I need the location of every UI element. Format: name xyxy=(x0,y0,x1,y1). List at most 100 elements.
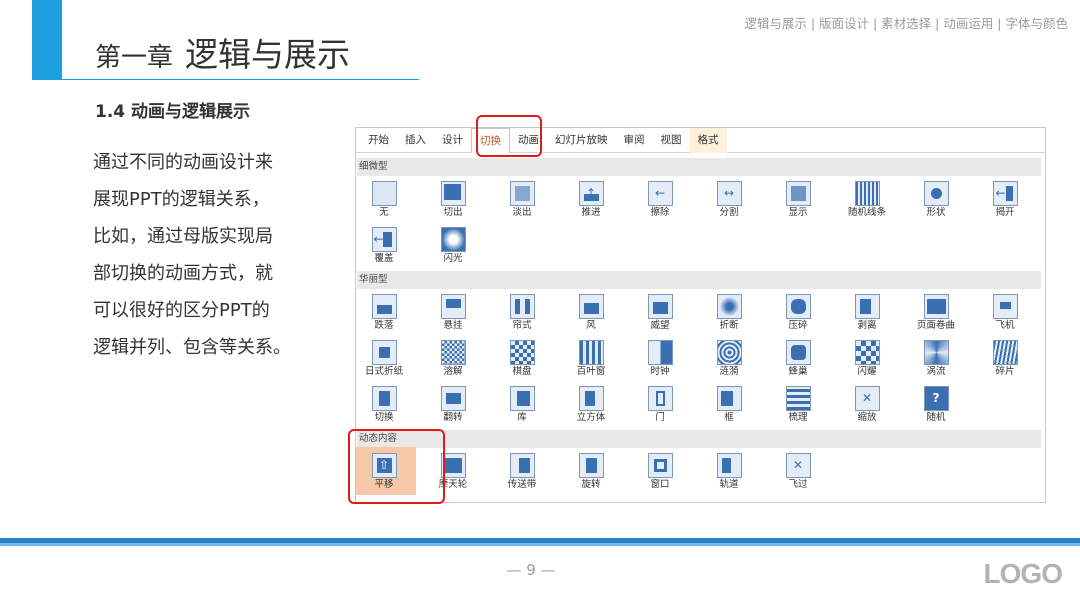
transition-window[interactable]: 窗口 xyxy=(628,450,692,492)
transition-curtains[interactable]: 帘式 xyxy=(490,291,554,333)
fracture-icon xyxy=(716,294,742,319)
body-line: 通过不同的动画设计来 xyxy=(93,152,273,173)
tab-design[interactable]: 设计 xyxy=(434,128,471,153)
blinds-icon xyxy=(578,340,604,365)
transition-split[interactable]: ↔ 分割 xyxy=(697,178,761,220)
transition-checkerboard[interactable]: 棋盘 xyxy=(490,337,554,379)
shred-icon xyxy=(992,340,1018,365)
transition-crush[interactable]: 压碎 xyxy=(766,291,830,333)
tab-insert[interactable]: 插入 xyxy=(397,128,434,153)
transition-peel-off[interactable]: 剥离 xyxy=(835,291,899,333)
transition-orbit[interactable]: 轨道 xyxy=(697,450,761,492)
cut-icon xyxy=(440,181,466,206)
transition-zoom[interactable]: ✕ 缩放 xyxy=(835,383,899,425)
rotate-icon xyxy=(578,453,604,478)
body-line: 逻辑并列、包含等关系。 xyxy=(93,337,291,358)
transition-shred[interactable]: 碎片 xyxy=(973,337,1037,379)
transition-cut[interactable]: 切出 xyxy=(421,178,485,220)
transition-random-bars[interactable]: 随机线条 xyxy=(835,178,899,220)
transition-vortex[interactable]: 涡流 xyxy=(904,337,968,379)
bottom-bar-light xyxy=(0,543,1080,546)
transition-clock[interactable]: 时钟 xyxy=(628,337,692,379)
exciting-row-3: 切换 翻转 库 立方体 门 框 梳理 ✕ 缩放 ? 随机 xyxy=(356,383,1045,425)
honeycomb-icon xyxy=(785,340,811,365)
wipe-icon: ← xyxy=(647,181,673,206)
transition-rotate[interactable]: 旋转 xyxy=(559,450,623,492)
uncover-icon: ← xyxy=(992,181,1018,206)
transition-none-icon xyxy=(371,181,397,206)
push-icon: ↑ xyxy=(578,181,604,206)
exciting-row-2: 日式折纸 溶解 棋盘 百叶窗 时钟 涟漪 蜂巢 闪耀 涡流 碎片 xyxy=(356,337,1045,379)
transition-fade[interactable]: 淡出 xyxy=(490,178,554,220)
transition-uncover[interactable]: ← 揭开 xyxy=(973,178,1037,220)
curtains-icon xyxy=(509,294,535,319)
transition-doors[interactable]: 门 xyxy=(628,383,692,425)
exciting-row-1: 跌落 悬挂 帘式 风 威望 折断 压碎 剥离 页面卷曲 飞机 xyxy=(356,291,1045,333)
transition-cube[interactable]: 立方体 xyxy=(559,383,623,425)
body-line: 可以很好的区分PPT的 xyxy=(93,300,270,321)
transition-fall-over[interactable]: 跌落 xyxy=(356,291,416,333)
transition-blinds[interactable]: 百叶窗 xyxy=(559,337,623,379)
accent-bar xyxy=(32,0,62,80)
transition-none[interactable]: 无 xyxy=(356,178,416,220)
box-icon xyxy=(716,386,742,411)
transition-cover[interactable]: ← 覆盖 xyxy=(356,224,416,266)
transition-comb[interactable]: 梳理 xyxy=(766,383,830,425)
peel-off-icon xyxy=(854,294,880,319)
origami-icon xyxy=(371,340,397,365)
ribbon-screenshot: 开始 插入 设计 切换 动画 幻灯片放映 审阅 视图 格式 细微型 无 切出 淡… xyxy=(355,127,1046,503)
page-curl-icon xyxy=(923,294,949,319)
chapter-number: 第一章 xyxy=(95,43,174,73)
transition-random[interactable]: ? 随机 xyxy=(904,383,968,425)
window-icon xyxy=(647,453,673,478)
title-underline xyxy=(62,79,419,80)
cover-icon: ← xyxy=(371,227,397,252)
random-bars-icon xyxy=(854,181,880,206)
transition-push[interactable]: ↑ 推进 xyxy=(559,178,623,220)
fly-through-icon: ✕ xyxy=(785,453,811,478)
fall-over-icon xyxy=(371,294,397,319)
fade-icon xyxy=(509,181,535,206)
reveal-icon xyxy=(785,181,811,206)
group-subtle-header: 细微型 xyxy=(357,158,1041,176)
split-icon: ↔ xyxy=(716,181,742,206)
transition-origami[interactable]: 日式折纸 xyxy=(356,337,416,379)
transition-gallery[interactable]: 库 xyxy=(490,383,554,425)
transition-dissolve[interactable]: 溶解 xyxy=(421,337,485,379)
section-title: 1.4 动画与逻辑展示 xyxy=(95,102,251,122)
gallery-icon xyxy=(509,386,535,411)
transition-wind[interactable]: 风 xyxy=(559,291,623,333)
transition-reveal[interactable]: 显示 xyxy=(766,178,830,220)
transition-shape[interactable]: 形状 xyxy=(904,178,968,220)
drape-icon xyxy=(440,294,466,319)
chapter-name: 逻辑与展示 xyxy=(185,35,351,74)
transition-prestige[interactable]: 威望 xyxy=(628,291,692,333)
transition-gallery: 细微型 无 切出 淡出 ↑ 推进 ← 擦除 ↔ 分割 显示 随机线条 形状 ← 揭开 ←… xyxy=(356,153,1045,502)
transition-wipe[interactable]: ← 擦除 xyxy=(628,178,692,220)
transition-ripple[interactable]: 涟漪 xyxy=(697,337,761,379)
transition-conveyor[interactable]: 传送带 xyxy=(490,450,554,492)
tab-slideshow[interactable]: 幻灯片放映 xyxy=(547,128,616,153)
transition-fly-through[interactable]: ✕ 飞过 xyxy=(766,450,830,492)
transition-honeycomb[interactable]: 蜂巢 xyxy=(766,337,830,379)
transition-drape[interactable]: 悬挂 xyxy=(421,291,485,333)
checkerboard-icon xyxy=(509,340,535,365)
transition-glitter[interactable]: 闪耀 xyxy=(835,337,899,379)
transition-box[interactable]: 框 xyxy=(697,383,761,425)
tab-review[interactable]: 审阅 xyxy=(616,128,653,153)
cube-icon xyxy=(578,386,604,411)
logo: LOGO xyxy=(983,558,1063,589)
body-text: 通过不同的动画设计来 展现PPT的逻辑关系， 比如，通过母版实现局 部切换的动画… xyxy=(93,144,318,366)
transition-flash[interactable]: 闪光 xyxy=(421,224,485,266)
group-exciting-header: 华丽型 xyxy=(357,271,1041,289)
group-dynamic-header: 动态内容 xyxy=(357,430,1041,448)
tab-view[interactable]: 视图 xyxy=(653,128,690,153)
tab-format[interactable]: 格式 xyxy=(689,128,727,153)
subtle-row-2: ← 覆盖 闪光 xyxy=(356,224,1045,266)
transition-airplane[interactable]: 飞机 xyxy=(973,291,1037,333)
transition-page-curl[interactable]: 页面卷曲 xyxy=(904,291,968,333)
tab-home[interactable]: 开始 xyxy=(360,128,397,153)
transition-switch[interactable]: 切换 xyxy=(356,383,416,425)
transition-fracture[interactable]: 折断 xyxy=(697,291,761,333)
transition-flip[interactable]: 翻转 xyxy=(421,383,485,425)
